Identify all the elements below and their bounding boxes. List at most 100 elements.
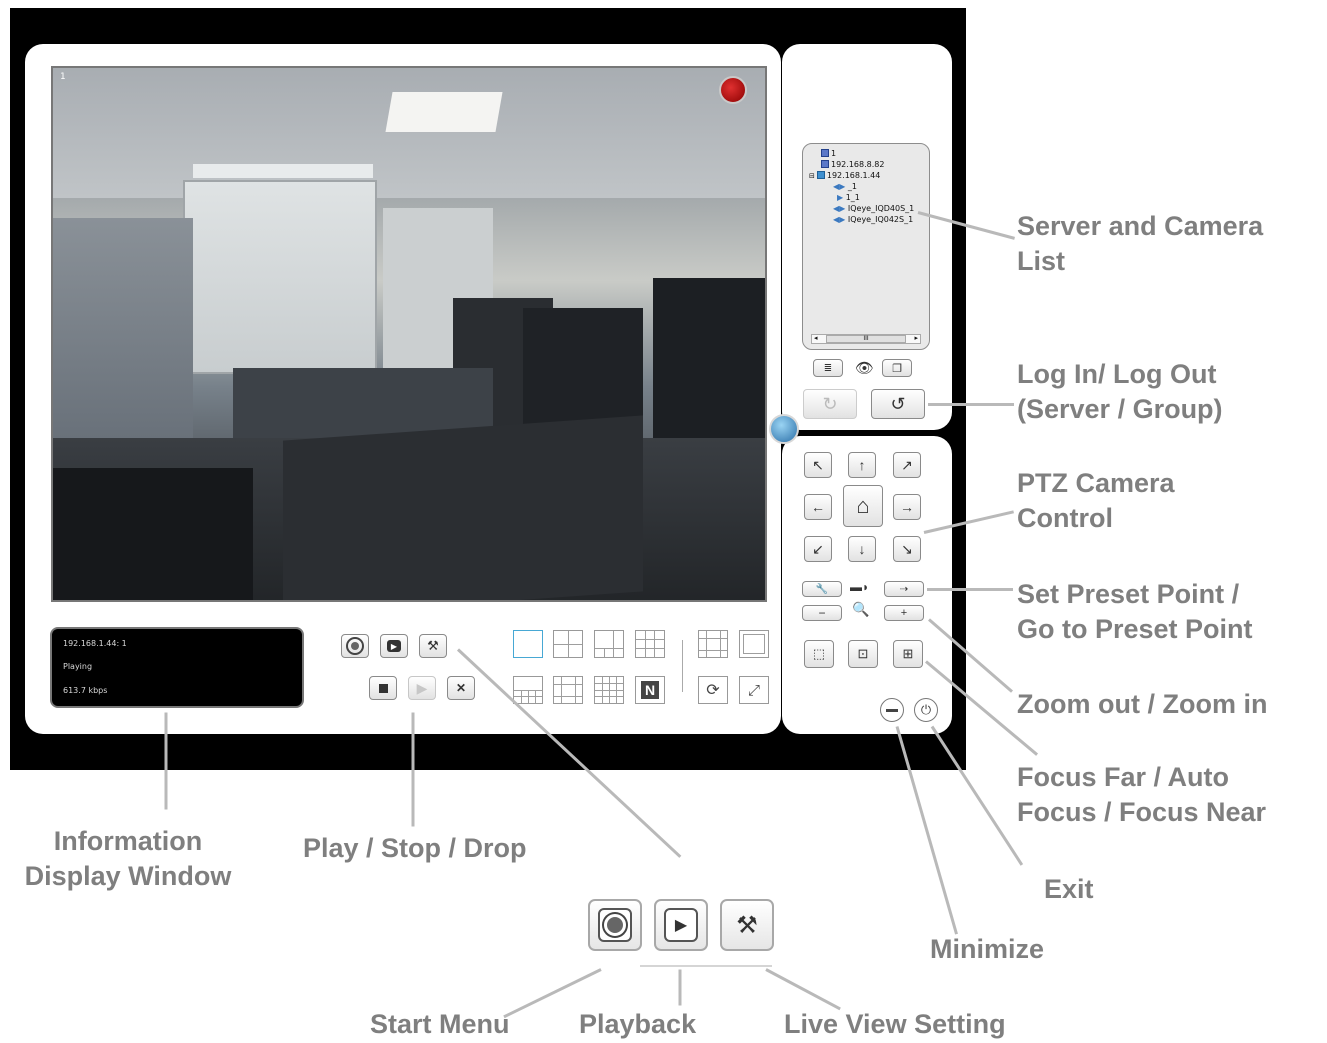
arrow-left-icon: ← (811, 499, 825, 515)
tree-node[interactable]: ▶ 1_1 (837, 193, 860, 202)
minimize-button[interactable] (880, 698, 904, 722)
ptz-up-left-button[interactable]: ↖ (804, 452, 832, 478)
layout-9-button[interactable] (635, 630, 665, 658)
focus-near-button[interactable]: ⊞ (893, 640, 923, 668)
plus-icon: + (900, 607, 908, 619)
arrow-down-left-icon: ↙ (812, 540, 824, 557)
zoom-out-button[interactable]: − (802, 605, 842, 621)
group-icon (821, 149, 829, 157)
fullscreen-icon: ⤢ (747, 681, 760, 699)
callout-line (164, 712, 168, 810)
group-view-button[interactable]: ❐ (882, 359, 912, 377)
label-login-logout: Log In/ Log Out (Server / Group) (1017, 359, 1223, 424)
camera-icon: ◀▶ (833, 182, 846, 191)
server-disconnected-icon (821, 160, 829, 168)
layout-border-button[interactable] (739, 630, 769, 658)
callout-line (678, 969, 682, 1006)
auto-focus-icon: ⊡ (857, 646, 869, 661)
callout-line (765, 968, 841, 1011)
recording-indicator (719, 76, 747, 104)
playback-button[interactable]: ▶ (380, 634, 408, 658)
layout-1-button[interactable] (513, 630, 543, 658)
playback-button-large[interactable]: ▶ (654, 899, 708, 951)
focus-far-button[interactable]: ⬚ (804, 640, 834, 668)
fullscreen-button[interactable]: ⤢ (739, 676, 769, 704)
tools-icon: ⚒ (427, 638, 439, 653)
arrow-up-left-icon: ↖ (812, 456, 824, 473)
tree-node[interactable]: 192.168.8.82 (821, 160, 884, 169)
label-info-window: Information Display Window (24, 826, 232, 891)
callout-line (411, 712, 415, 827)
tree-node[interactable]: ◀▶ IQeye_IQ042S_1 (833, 215, 913, 224)
layout-6-button[interactable] (594, 630, 624, 658)
zoom-in-button[interactable]: + (884, 605, 924, 621)
label-start-menu: Start Menu (370, 1009, 510, 1039)
live-video-view[interactable]: 1 (51, 66, 767, 602)
auto-rotate-button[interactable]: ⟳ (698, 676, 728, 704)
start-menu-button-large[interactable] (588, 899, 642, 951)
ptz-down-button[interactable]: ↓ (848, 536, 876, 562)
ptz-up-right-button[interactable]: ↗ (893, 452, 921, 478)
channel-number: 1 (60, 72, 66, 82)
layout-16-button[interactable] (594, 676, 624, 704)
exit-button[interactable]: ⏻ (914, 698, 938, 722)
ptz-right-button[interactable]: → (893, 494, 921, 520)
live-view-setting-button-large[interactable]: ⚒ (720, 899, 774, 951)
log-out-button[interactable]: ↺ (871, 389, 925, 419)
ptz-down-right-button[interactable]: ↘ (893, 536, 921, 562)
tree-node[interactable]: ◀▶ _1 (833, 182, 857, 191)
label-playback: Playback (579, 1009, 697, 1039)
n-icon: N (641, 681, 659, 699)
layout-13-button[interactable] (553, 676, 583, 704)
horizontal-scrollbar[interactable]: ◂ III ▸ (811, 334, 921, 344)
minimize-icon (886, 708, 898, 712)
live-view-setting-button[interactable]: ⚒ (419, 634, 447, 658)
minus-icon: − (818, 606, 826, 620)
layout-4-button[interactable] (553, 630, 583, 658)
start-menu-button[interactable] (341, 634, 369, 658)
play-button[interactable]: ▶ (408, 676, 436, 700)
label-focus: Focus Far / Auto Focus / Focus Near (1017, 762, 1267, 827)
ptz-down-left-button[interactable]: ↙ (804, 536, 832, 562)
window (183, 180, 377, 374)
tree-node[interactable]: 1 (821, 149, 836, 158)
auto-focus-button[interactable]: ⊡ (848, 640, 878, 668)
list-view-button[interactable]: ≣ (813, 359, 843, 377)
server-icon (816, 171, 825, 179)
divider (682, 640, 683, 692)
ptz-up-button[interactable]: ↑ (848, 452, 876, 478)
info-server: 192.168.1.44: 1 (63, 639, 127, 648)
layout-10-button[interactable] (513, 676, 543, 704)
panel-toggle-knob[interactable] (769, 414, 799, 444)
drop-button[interactable]: ✕ (447, 676, 475, 700)
go-to-preset-button[interactable]: ⇢ (884, 581, 924, 597)
layout-n-button[interactable]: N (635, 676, 665, 704)
layout-custom-button[interactable] (698, 630, 728, 658)
monitor (53, 468, 253, 600)
ptz-left-button[interactable]: ← (804, 494, 832, 520)
ptz-home-button[interactable]: ⌂ (843, 485, 883, 527)
left-wall (53, 218, 193, 438)
scroll-thumb[interactable]: III (826, 335, 906, 343)
playback-icon: ▶ (387, 640, 401, 652)
tree-node[interactable]: ⊟ 192.168.1.44 (809, 171, 880, 180)
focus-far-icon: ⬚ (812, 646, 826, 661)
power-cycle-icon: ↺ (890, 393, 906, 414)
set-preset-button[interactable]: 🔧 (802, 581, 842, 597)
preset-camera-icon: ▬◗ (850, 580, 870, 594)
log-in-button[interactable]: ↻ (803, 389, 857, 419)
eye-icon[interactable]: 👁 (855, 359, 874, 377)
label-live-view-setting: Live View Setting (784, 1009, 1006, 1039)
server-camera-list[interactable]: 1 192.168.8.82 ⊟ 192.168.1.44 ◀▶ _1 ▶ 1_1… (802, 143, 930, 350)
camera-icon: ◀▶ (833, 215, 846, 224)
stop-button[interactable] (369, 676, 397, 700)
tree-node[interactable]: ◀▶ IQeye_IQD40S_1 (833, 204, 914, 213)
label-server-camera-list: Server and Camera List (1017, 211, 1264, 276)
play-icon: ▶ (416, 679, 428, 696)
collapse-icon: ⊟ (809, 172, 815, 180)
label-zoom: Zoom out / Zoom in (1017, 689, 1268, 719)
label-play-stop-drop: Play / Stop / Drop (303, 833, 527, 863)
power-cycle-icon: ↻ (822, 393, 838, 414)
list-icon: ≣ (823, 362, 833, 374)
power-icon: ⏻ (920, 702, 932, 717)
